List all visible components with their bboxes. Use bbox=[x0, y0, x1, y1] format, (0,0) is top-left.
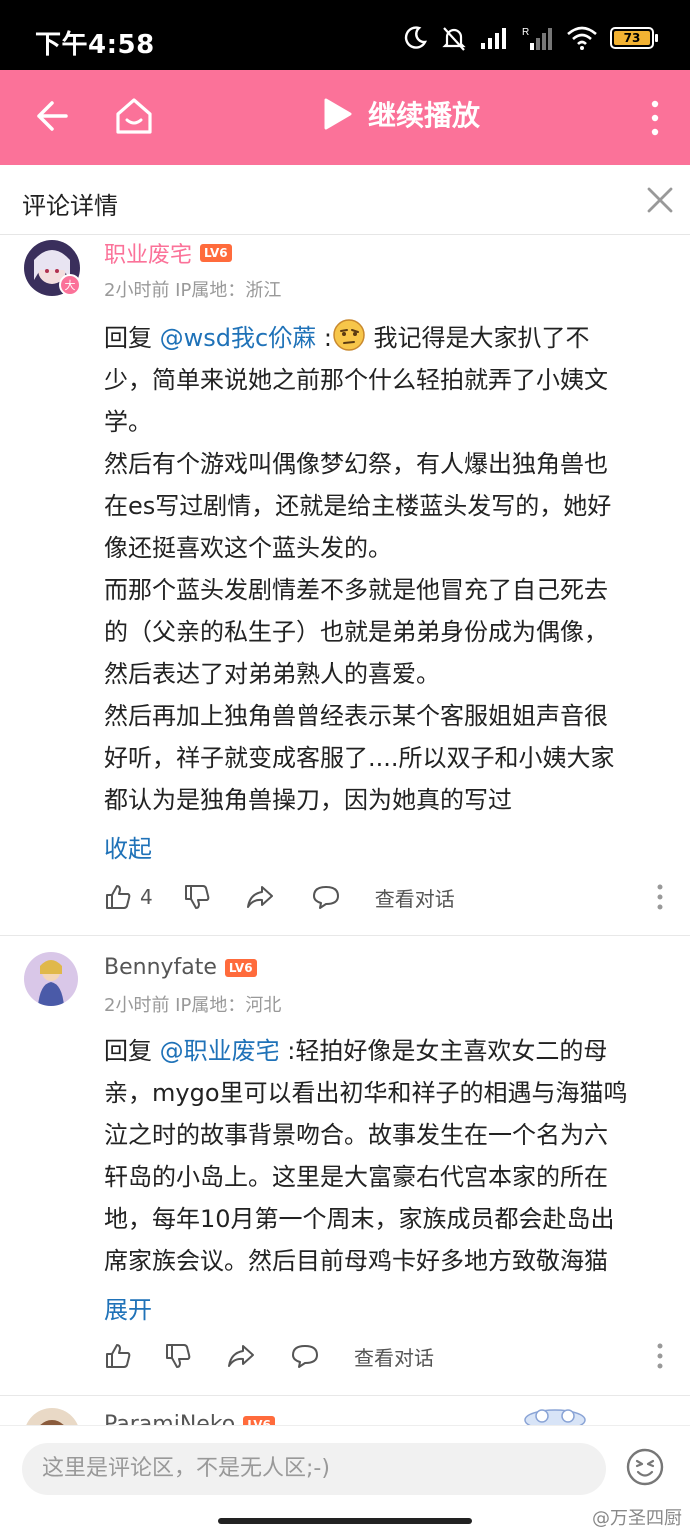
close-icon[interactable] bbox=[642, 182, 678, 218]
svg-text:大: 大 bbox=[65, 278, 76, 292]
comment-input[interactable]: 这里是评论区，不是无人区;-) bbox=[22, 1443, 606, 1495]
level-badge: LV6 bbox=[200, 244, 232, 262]
thinking-face-emoji-icon bbox=[333, 319, 365, 351]
comment-author: Bennyfate LV6 bbox=[104, 955, 257, 980]
watermark: @万圣四厨 bbox=[592, 1508, 682, 1529]
divider bbox=[0, 1395, 690, 1396]
comment-bubble-icon bbox=[312, 886, 339, 909]
reply-prefix: 回复 bbox=[104, 324, 160, 352]
like-count: 4 bbox=[140, 885, 153, 909]
share-button[interactable] bbox=[245, 883, 275, 911]
comment-more-icon[interactable] bbox=[656, 883, 664, 911]
dislike-button[interactable] bbox=[183, 883, 211, 911]
verified-badge-icon: 大 bbox=[59, 274, 81, 296]
comment-body: 回复 @职业废宅 :轻拍好像是女主喜欢女二的母 亲，mygo里可以看出初华和祥子… bbox=[104, 1037, 628, 1275]
moon-icon bbox=[404, 26, 428, 49]
view-conversation-link[interactable]: 查看对话 bbox=[354, 1342, 434, 1371]
comment-actions: 4 查看对话 bbox=[104, 879, 455, 915]
comment-more-icon[interactable] bbox=[656, 1342, 664, 1370]
comment-author: 职业废宅 LV6 bbox=[104, 237, 232, 269]
battery-icon: 73 bbox=[610, 27, 658, 49]
svg-text:R: R bbox=[522, 27, 529, 38]
reply-button[interactable] bbox=[290, 1342, 320, 1370]
thumbs-up-icon bbox=[106, 1344, 131, 1368]
wifi-icon bbox=[567, 26, 597, 50]
reply-button[interactable] bbox=[311, 883, 341, 911]
like-button[interactable] bbox=[104, 1342, 132, 1370]
divider bbox=[0, 935, 690, 936]
app-bar: 继续播放 bbox=[0, 70, 690, 165]
emoji-icon[interactable] bbox=[624, 1446, 666, 1488]
comment-detail-header: 评论详情 bbox=[0, 165, 690, 235]
level-badge: LV6 bbox=[224, 958, 257, 977]
share-icon bbox=[228, 1345, 254, 1367]
comment-body: 回复 @wsd我c伱蔴 : 我记得是大家扒了不 少，简单来说她之前那个什么轻拍就… bbox=[104, 317, 664, 821]
comment-bubble-icon bbox=[292, 1345, 318, 1368]
continue-play-label: 继续播放 bbox=[368, 99, 481, 132]
status-icons: R 73 bbox=[402, 22, 658, 54]
status-bar: 下午4:58 R 73 bbox=[0, 0, 690, 70]
play-icon bbox=[324, 98, 352, 130]
username[interactable]: 职业废宅 bbox=[104, 237, 192, 269]
comment-meta: 2小时前 IP属地：浙江 bbox=[104, 280, 282, 301]
comment-input-bar: 这里是评论区，不是无人区;-) @万圣四厨 bbox=[0, 1425, 690, 1533]
mention-link[interactable]: @职业废宅 bbox=[160, 1037, 280, 1065]
thumbs-down-icon bbox=[166, 1344, 191, 1368]
collapse-link[interactable]: 收起 bbox=[104, 829, 152, 864]
view-conversation-link[interactable]: 查看对话 bbox=[375, 883, 455, 912]
dislike-button[interactable] bbox=[164, 1342, 192, 1370]
reply-prefix: 回复 bbox=[104, 1037, 160, 1065]
signal-roaming-icon: R bbox=[522, 27, 552, 50]
avatar[interactable] bbox=[24, 952, 78, 1006]
signal-icon bbox=[481, 28, 506, 49]
thumbs-down-icon bbox=[184, 885, 210, 909]
continue-play-button[interactable]: 继续播放 bbox=[320, 94, 480, 134]
home-icon[interactable] bbox=[112, 94, 156, 138]
username[interactable]: Bennyfate bbox=[104, 955, 217, 980]
like-button[interactable]: 4 bbox=[104, 883, 153, 911]
expand-link[interactable]: 展开 bbox=[104, 1290, 152, 1325]
mute-icon bbox=[442, 27, 466, 51]
comment-actions: 查看对话 bbox=[104, 1338, 434, 1374]
share-button[interactable] bbox=[226, 1342, 256, 1370]
thumbs-up-icon bbox=[106, 885, 131, 909]
avatar-image bbox=[24, 952, 78, 1006]
back-arrow-icon[interactable] bbox=[30, 95, 72, 137]
comment-meta: 2小时前 IP属地：河北 bbox=[104, 995, 282, 1016]
page-title: 评论详情 bbox=[22, 192, 118, 220]
home-indicator[interactable] bbox=[218, 1518, 472, 1524]
more-vertical-icon[interactable] bbox=[640, 98, 670, 138]
mention-link[interactable]: @wsd我c伱蔴 bbox=[160, 324, 317, 352]
share-icon bbox=[246, 886, 273, 908]
status-time: 下午4:58 bbox=[35, 30, 155, 60]
